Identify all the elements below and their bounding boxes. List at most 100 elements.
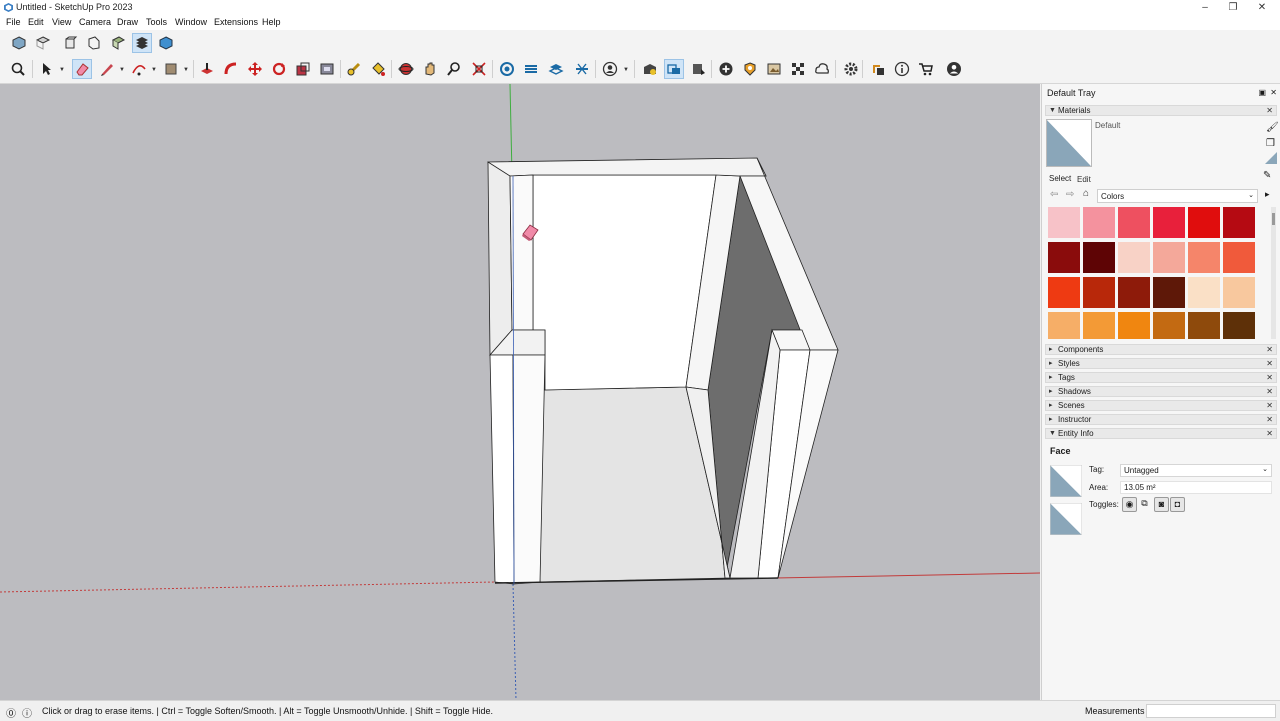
info-icon[interactable] — [892, 59, 912, 79]
photo-textures-icon[interactable] — [764, 59, 784, 79]
checker-pattern-icon[interactable] — [788, 59, 808, 79]
menu-window[interactable]: Window — [175, 17, 207, 27]
create-material-icon[interactable]: 🖌 — [1266, 122, 1279, 133]
front-material-swatch[interactable] — [1050, 465, 1082, 497]
model-canvas[interactable] — [0, 84, 1040, 700]
tab-select[interactable]: Select — [1049, 174, 1071, 183]
panel-components[interactable]: ▸ Components ✕ — [1045, 344, 1277, 355]
color-swatch[interactable] — [1083, 277, 1115, 308]
color-swatch[interactable] — [1223, 277, 1255, 308]
color-swatch[interactable] — [1223, 207, 1255, 238]
color-swatch[interactable] — [1048, 242, 1080, 273]
maximize-icon[interactable]: ❐ — [1219, 0, 1247, 15]
color-swatch[interactable] — [1153, 312, 1185, 339]
entity-info-panel-header[interactable]: ▼ Entity Info ✕ — [1045, 428, 1277, 439]
menu-extensions[interactable]: Extensions — [214, 17, 258, 27]
sample-paint-icon[interactable] — [1265, 152, 1277, 164]
right-view-icon[interactable] — [84, 33, 104, 53]
swatch-scrollbar[interactable] — [1271, 207, 1276, 339]
panel-instructor[interactable]: ▸ Instructor ✕ — [1045, 414, 1277, 425]
color-swatch[interactable] — [1188, 207, 1220, 238]
close-panel-icon[interactable]: ✕ — [1266, 106, 1273, 116]
info-status-icon[interactable]: ⓘ — [22, 705, 32, 720]
back-material-swatch[interactable] — [1050, 503, 1082, 535]
move-icon[interactable] — [245, 59, 265, 79]
forward-arrow-icon[interactable]: ⇨ — [1066, 189, 1074, 200]
menu-tools[interactable]: Tools — [146, 17, 167, 27]
menu-draw[interactable]: Draw — [117, 17, 138, 27]
tab-edit[interactable]: Edit — [1077, 175, 1091, 184]
color-swatch[interactable] — [1118, 312, 1150, 339]
left-view-icon[interactable] — [132, 33, 152, 53]
arc-icon[interactable] — [129, 59, 149, 79]
tape-measure-icon[interactable] — [344, 59, 364, 79]
menu-camera[interactable]: Camera — [79, 17, 111, 27]
orbit-icon[interactable] — [396, 59, 416, 79]
user-account-icon[interactable] — [600, 59, 620, 79]
chevron-down-icon[interactable]: ▼ — [151, 67, 157, 73]
color-swatch[interactable] — [1188, 277, 1220, 308]
warehouse-icon[interactable] — [640, 59, 660, 79]
color-swatch[interactable] — [1188, 242, 1220, 273]
menu-help[interactable]: Help — [262, 17, 281, 27]
shopping-cart-icon[interactable] — [916, 59, 936, 79]
color-swatch[interactable] — [1048, 312, 1080, 339]
section-cut-icon[interactable] — [546, 59, 566, 79]
pan-hand-icon[interactable] — [420, 59, 440, 79]
chevron-down-icon[interactable]: ▼ — [183, 67, 189, 73]
front-view-icon[interactable] — [60, 33, 80, 53]
pencil-icon[interactable] — [97, 59, 117, 79]
chevron-down-icon[interactable]: ▼ — [59, 67, 65, 73]
visible-eye-icon[interactable]: ◉ — [1122, 497, 1137, 512]
color-swatch[interactable] — [1118, 207, 1150, 238]
materials-panel-header[interactable]: ▼ Materials ✕ — [1045, 105, 1277, 116]
color-swatch[interactable] — [1188, 312, 1220, 339]
color-swatch[interactable] — [1223, 312, 1255, 339]
lock-toggle-icon[interactable]: ◘ — [1170, 497, 1185, 512]
push-pull-icon[interactable] — [197, 59, 217, 79]
section-display-icon[interactable] — [521, 59, 541, 79]
color-swatch[interactable] — [1048, 277, 1080, 308]
search-icon[interactable] — [8, 59, 28, 79]
offset-icon[interactable] — [317, 59, 337, 79]
minimize-icon[interactable]: – — [1191, 0, 1219, 15]
close-tray-icon[interactable]: ✕ — [1270, 88, 1277, 97]
extension-warehouse-icon[interactable] — [689, 59, 709, 79]
tag-select[interactable]: Untagged ⌄ — [1120, 464, 1272, 477]
back-view-icon[interactable] — [108, 33, 128, 53]
eyedropper-icon[interactable]: ✎ — [1263, 170, 1271, 181]
scale-icon[interactable] — [293, 59, 313, 79]
home-icon[interactable]: ⌂ — [1083, 188, 1089, 199]
zoom-extents-icon[interactable] — [469, 59, 489, 79]
panel-styles[interactable]: ▸ Styles ✕ — [1045, 358, 1277, 369]
collection-select[interactable]: Colors ⌄ — [1097, 189, 1258, 203]
rectangle-icon[interactable] — [161, 59, 181, 79]
section-fill-icon[interactable] — [572, 59, 592, 79]
rotate-icon[interactable] — [269, 59, 289, 79]
chevron-down-icon[interactable]: ▼ — [623, 67, 629, 73]
display-secondary-icon[interactable]: ❒ — [1266, 138, 1275, 149]
trimble-connect-icon[interactable] — [868, 59, 888, 79]
panel-scenes[interactable]: ▸ Scenes ✕ — [1045, 400, 1277, 411]
section-plane-icon[interactable] — [497, 59, 517, 79]
zoom-icon[interactable] — [444, 59, 464, 79]
cloud-upload-icon[interactable] — [812, 59, 832, 79]
paint-bucket-icon[interactable] — [368, 59, 388, 79]
panel-tags[interactable]: ▸ Tags ✕ — [1045, 372, 1277, 383]
color-swatch[interactable] — [1153, 277, 1185, 308]
color-swatch[interactable] — [1153, 207, 1185, 238]
bottom-view-icon[interactable] — [156, 33, 176, 53]
select-arrow-icon[interactable] — [36, 59, 56, 79]
gear-icon[interactable] — [841, 59, 861, 79]
add-location-icon[interactable] — [716, 59, 736, 79]
eraser-icon[interactable] — [72, 59, 92, 79]
chevron-down-icon[interactable]: ▼ — [119, 67, 125, 73]
color-swatch[interactable] — [1118, 277, 1150, 308]
profile-avatar-icon[interactable] — [944, 59, 964, 79]
color-swatch[interactable] — [1083, 207, 1115, 238]
color-swatch[interactable] — [1118, 242, 1150, 273]
menu-view[interactable]: View — [52, 17, 71, 27]
geolocation-icon[interactable] — [740, 59, 760, 79]
close-icon[interactable]: ✕ — [1248, 0, 1276, 15]
receive-shadow-icon[interactable]: ◙ — [1154, 497, 1169, 512]
